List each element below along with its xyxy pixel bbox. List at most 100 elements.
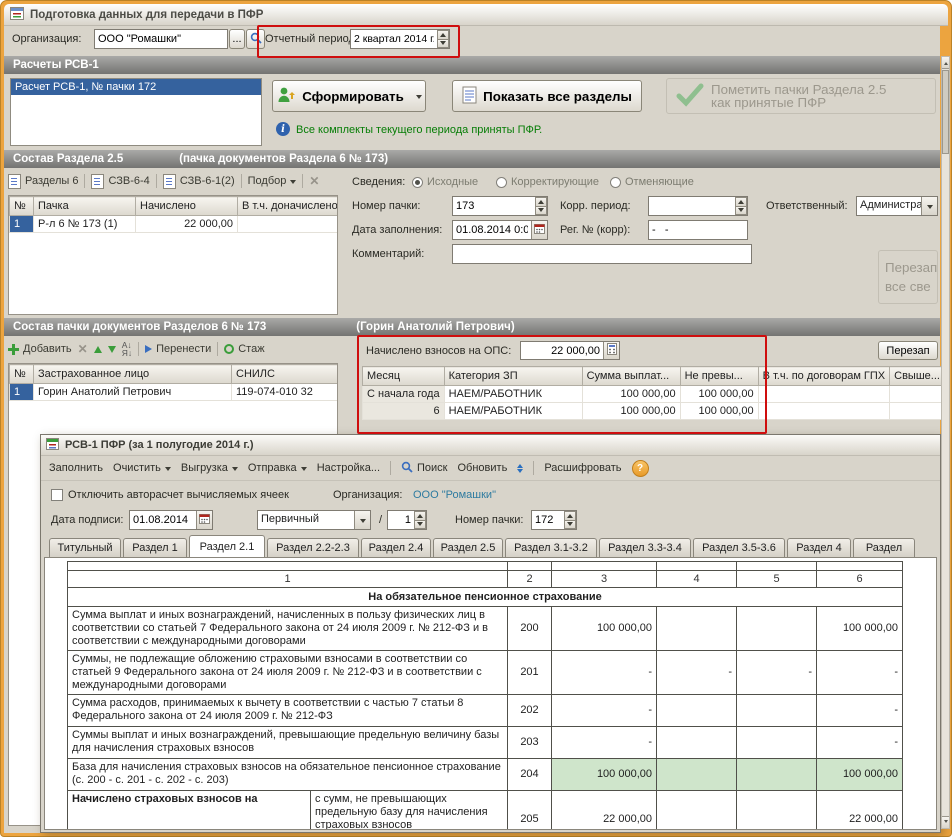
grid-row-202[interactable]: Сумма расходов, принимаемых к вычету в с… xyxy=(68,695,903,727)
tab-razdel25[interactable]: Раздел 2.5 xyxy=(433,538,503,557)
tab-razdel24[interactable]: Раздел 2.4 xyxy=(361,538,431,557)
move-up-icon[interactable] xyxy=(94,346,102,353)
scroll-down-button[interactable] xyxy=(942,816,949,828)
decode-button[interactable]: Расшифровать xyxy=(544,462,621,474)
tab-razdel21[interactable]: Раздел 2.1 xyxy=(189,535,265,557)
form-scrollbar[interactable] xyxy=(941,56,950,829)
col-header[interactable]: № xyxy=(10,365,34,384)
add-button[interactable]: Добавить xyxy=(8,343,72,355)
calc-list-item-selected[interactable]: Расчет РСВ-1, № пачки 172 xyxy=(11,79,261,95)
tab-razdel4[interactable]: Раздел 4 xyxy=(787,538,851,557)
reg-number-input[interactable] xyxy=(649,221,747,239)
months-table[interactable]: Месяц Категория ЗП Сумма выплат... Не пр… xyxy=(362,366,946,420)
help-icon[interactable]: ? xyxy=(632,460,649,477)
experience-button[interactable]: Стаж xyxy=(224,343,264,355)
col-header[interactable]: Не превы... xyxy=(680,367,758,386)
tab-razdel31-32[interactable]: Раздел 3.1-3.2 xyxy=(505,538,597,557)
tab-razdel35-36[interactable]: Раздел 3.5-3.6 xyxy=(693,538,785,557)
table-row[interactable]: 1 Р-л 6 № 173 (1) 22 000,00 xyxy=(10,216,338,233)
settings-button[interactable]: Настройка... xyxy=(317,462,380,474)
szv612-toolbar-button[interactable]: СЗВ-6-1(2) xyxy=(163,174,235,189)
pack-number-spinner[interactable] xyxy=(535,197,547,215)
radio-korrektiruyushchie[interactable]: Корректирующие xyxy=(496,176,599,188)
calc-list[interactable]: Расчет РСВ-1, № пачки 172 xyxy=(10,78,262,146)
sort-icon[interactable]: А↓Я↓ xyxy=(122,341,132,358)
radio-otmenyayushchie[interactable]: Отменяющие xyxy=(610,176,694,188)
corr-period-spinner[interactable] xyxy=(735,197,747,215)
grid-row-205[interactable]: Начислено страховых взносов на с сумм, н… xyxy=(68,791,903,831)
refill-button[interactable]: Перезап xyxy=(878,341,938,360)
org-input[interactable] xyxy=(95,30,227,48)
combo-dropdown-button[interactable] xyxy=(921,197,937,215)
corr-number-spinner[interactable] xyxy=(414,511,426,529)
grid-row-201[interactable]: Суммы, не подлежащие обложению страховым… xyxy=(68,651,903,695)
tab-razdel33-34[interactable]: Раздел 3.3-3.4 xyxy=(599,538,691,557)
tab-razdel-cut[interactable]: Раздел xyxy=(853,538,915,557)
rsv-org-value[interactable]: ООО "Ромашки" xyxy=(413,489,496,501)
rsv-grid[interactable]: 123 456 На обязательное пенсионное страх… xyxy=(67,561,903,830)
corr-number-input[interactable] xyxy=(388,511,414,529)
col-header[interactable]: Застрахованное лицо xyxy=(34,365,232,384)
persons-table[interactable]: № Застрахованное лицо СНИЛС 1 Горин Анат… xyxy=(9,364,338,401)
period-spinner[interactable] xyxy=(437,30,449,48)
kind-combo[interactable]: Первичный xyxy=(257,510,371,530)
corr-period-input[interactable] xyxy=(649,197,735,215)
show-all-sections-button[interactable]: Показать все разделы xyxy=(452,80,642,112)
sign-date-input[interactable] xyxy=(130,511,196,529)
packs-table[interactable]: № Пачка Начислено В т.ч. доначислено 1 Р… xyxy=(9,196,338,233)
tab-titulny[interactable]: Титульный xyxy=(49,538,121,557)
tab-razdel22-23[interactable]: Раздел 2.2-2.3 xyxy=(267,538,359,557)
tab-razdel1[interactable]: Раздел 1 xyxy=(123,538,187,557)
col-header[interactable]: СНИЛС xyxy=(232,365,338,384)
combo-dropdown-button[interactable] xyxy=(354,511,370,529)
col-header[interactable]: Месяц xyxy=(363,367,445,386)
comment-input[interactable] xyxy=(453,245,751,263)
calculator-button[interactable] xyxy=(603,342,619,359)
org-open-button[interactable] xyxy=(246,29,265,49)
move-down-icon[interactable] xyxy=(108,346,116,353)
col-header[interactable]: Свыше... xyxy=(890,367,946,386)
sections6-toolbar-button[interactable]: Разделы 6 xyxy=(8,174,78,189)
rsv-pack-input[interactable] xyxy=(532,511,564,529)
delete-icon[interactable]: ✕ xyxy=(78,343,88,355)
clear-button[interactable]: Очистить xyxy=(113,462,171,474)
grid-row-203[interactable]: Суммы выплат и иных вознаграждений, прев… xyxy=(68,727,903,759)
scroll-thumb[interactable] xyxy=(942,70,949,154)
szv64-toolbar-button[interactable]: СЗВ-6-4 xyxy=(91,174,149,189)
fill-button[interactable]: Заполнить xyxy=(49,462,103,474)
col-header[interactable]: № xyxy=(10,197,34,216)
transfer-button[interactable]: Перенести xyxy=(145,343,211,355)
table-row[interactable]: С начала года НАЕМ/РАБОТНИК 100 000,00 1… xyxy=(363,386,946,403)
grid-row-204[interactable]: База для начисления страховых взносов на… xyxy=(68,759,903,791)
col-header[interactable]: Начислено xyxy=(136,197,238,216)
refresh-button[interactable]: Обновить xyxy=(458,462,508,474)
search-button[interactable]: Поиск xyxy=(401,461,447,476)
ops-input[interactable] xyxy=(521,342,603,359)
col-header[interactable]: В т.ч. по договорам ГПХ xyxy=(758,367,890,386)
rsv-pack-spinner[interactable] xyxy=(564,511,576,529)
period-input[interactable] xyxy=(351,30,437,48)
org-choose-button[interactable]: ... xyxy=(229,29,245,49)
grid-row-200[interactable]: Сумма выплат и иных вознаграждений, начи… xyxy=(68,607,903,651)
calendar-button[interactable] xyxy=(531,221,547,239)
radio-ishodnye[interactable]: Исходные xyxy=(412,176,478,188)
col-header[interactable]: Категория ЗП xyxy=(444,367,582,386)
send-button[interactable]: Отправка xyxy=(248,462,307,474)
table-row[interactable]: 6 НАЕМ/РАБОТНИК 100 000,00 100 000,00 xyxy=(363,403,946,420)
pack-number-input[interactable] xyxy=(453,197,535,215)
col-header[interactable]: Сумма выплат... xyxy=(582,367,680,386)
autocalc-checkbox[interactable] xyxy=(51,489,63,501)
fill-date-input[interactable] xyxy=(453,221,531,239)
col-header[interactable]: В т.ч. доначислено xyxy=(238,197,338,216)
scroll-up-button[interactable] xyxy=(942,57,949,69)
calendar-button[interactable] xyxy=(196,511,212,529)
responsible-combo[interactable]: Администратор xyxy=(856,196,938,216)
sort-updown-icon[interactable] xyxy=(517,461,523,476)
col-header[interactable]: Пачка xyxy=(34,197,136,216)
pick-toolbar-button[interactable]: Подбор xyxy=(248,175,297,187)
export-button[interactable]: Выгрузка xyxy=(181,462,238,474)
generate-button[interactable]: Сформировать xyxy=(272,80,426,112)
delete-icon[interactable]: ✕ xyxy=(309,175,319,187)
rsv-titlebar[interactable]: РСВ-1 ПФР (за 1 полугодие 2014 г.) xyxy=(41,435,940,456)
table-row[interactable]: 1 Горин Анатолий Петрович 119-074-010 32 xyxy=(10,384,338,401)
